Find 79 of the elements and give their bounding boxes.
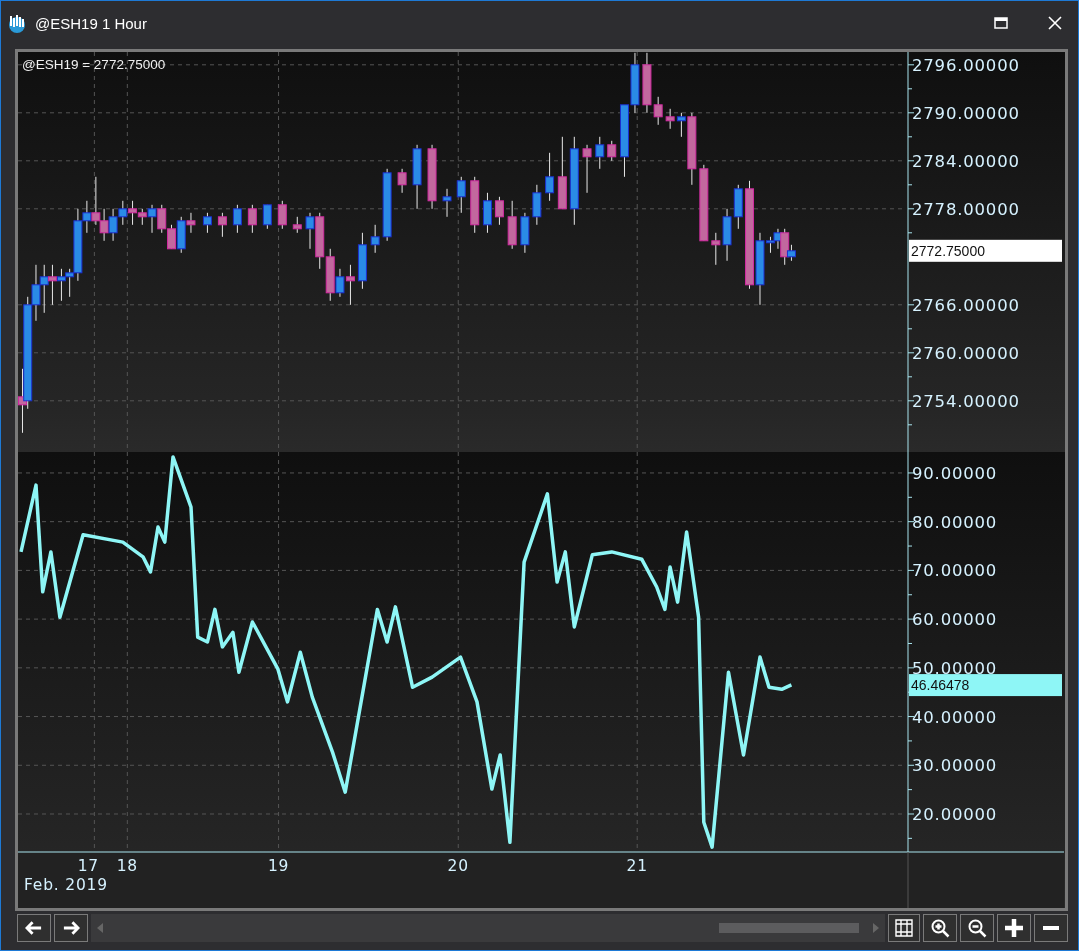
zoom-in-icon	[930, 918, 950, 938]
candlestick	[370, 224, 380, 254]
candlestick	[202, 212, 212, 234]
axis-label: 30.00000	[912, 756, 998, 776]
candlestick	[47, 264, 57, 306]
candlestick	[607, 140, 617, 162]
candlestick	[520, 212, 530, 254]
scroll-left-button[interactable]	[17, 914, 51, 942]
columns-icon	[895, 919, 913, 937]
candlestick	[456, 176, 466, 214]
candlestick	[545, 152, 555, 202]
candlestick	[442, 188, 452, 218]
axis-label: 20	[447, 857, 469, 875]
axis-label: 20.00000	[912, 805, 998, 824]
axis-label: 2766.00000	[912, 295, 1020, 315]
scroll-left-icon	[97, 923, 103, 933]
candlestick	[595, 136, 605, 170]
candlestick	[427, 144, 437, 210]
candlestick	[56, 268, 66, 302]
axis-label: 18	[116, 857, 138, 875]
candlestick	[345, 264, 355, 306]
candlestick	[494, 196, 504, 226]
candlestick	[108, 208, 118, 242]
axis-label: 2754.00000	[912, 391, 1020, 411]
zoom-out-button[interactable]	[960, 914, 994, 942]
candlestick	[507, 200, 517, 250]
price-tag: 2772.75000	[909, 239, 1062, 262]
axis-label: 2790.00000	[912, 103, 1020, 123]
increase-button[interactable]	[997, 914, 1031, 942]
zoom-out-icon	[967, 918, 987, 938]
left-arrow-icon	[25, 920, 43, 936]
axis-label: 60.00000	[912, 610, 998, 630]
candlestick	[262, 204, 272, 230]
close-icon	[1048, 16, 1062, 30]
axis-label: 19	[267, 857, 290, 875]
plus-icon	[1005, 919, 1023, 937]
zoom-in-button[interactable]	[923, 914, 957, 942]
candlestick	[357, 232, 367, 290]
candlestick	[665, 108, 675, 130]
axis-label: 17	[77, 857, 100, 875]
axis-label: 2796.00000	[912, 55, 1020, 75]
axis-label: 2784.00000	[912, 151, 1020, 171]
axis-title: Feb. 2019	[24, 876, 108, 894]
scroll-right-button[interactable]	[54, 914, 88, 942]
candlestick	[39, 264, 49, 314]
maximize-icon	[994, 17, 1008, 29]
scrollbar-thumb[interactable]	[719, 923, 859, 933]
columns-button[interactable]	[888, 914, 920, 942]
candlestick	[397, 168, 407, 194]
chart-legend: @ESH19 = 2772.75000	[22, 57, 166, 72]
candlestick	[292, 216, 302, 234]
axis-label: 80.00000	[912, 512, 998, 532]
candlestick	[412, 144, 422, 210]
candlestick	[232, 204, 242, 234]
axis-label: 40.00000	[912, 707, 998, 727]
scroll-right-icon	[873, 923, 879, 933]
axis-label: 21	[626, 857, 648, 875]
candlestick	[157, 204, 167, 234]
price-tag: 46.46478	[909, 674, 1062, 697]
app-logo-icon	[7, 13, 27, 33]
candlestick	[582, 144, 592, 194]
window-title: @ESH19 1 Hour	[35, 14, 148, 32]
candlestick	[482, 192, 492, 234]
candlestick	[532, 184, 542, 226]
axis-label: 70.00000	[912, 561, 998, 581]
candlestick	[118, 200, 128, 226]
candlestick	[277, 200, 287, 230]
candlestick	[470, 176, 480, 234]
axis-label: 2760.00000	[912, 343, 1020, 363]
minus-icon	[1043, 926, 1059, 930]
decrease-button[interactable]	[1034, 914, 1068, 942]
candlestick	[217, 212, 227, 238]
candlestick	[733, 184, 743, 230]
axis-label: 90.00000	[912, 463, 998, 483]
right-arrow-icon	[62, 920, 80, 936]
candlestick	[247, 204, 257, 234]
horizontal-scrollbar[interactable]	[91, 914, 885, 942]
candlestick	[630, 52, 640, 114]
axis-label: 2778.00000	[912, 199, 1020, 219]
